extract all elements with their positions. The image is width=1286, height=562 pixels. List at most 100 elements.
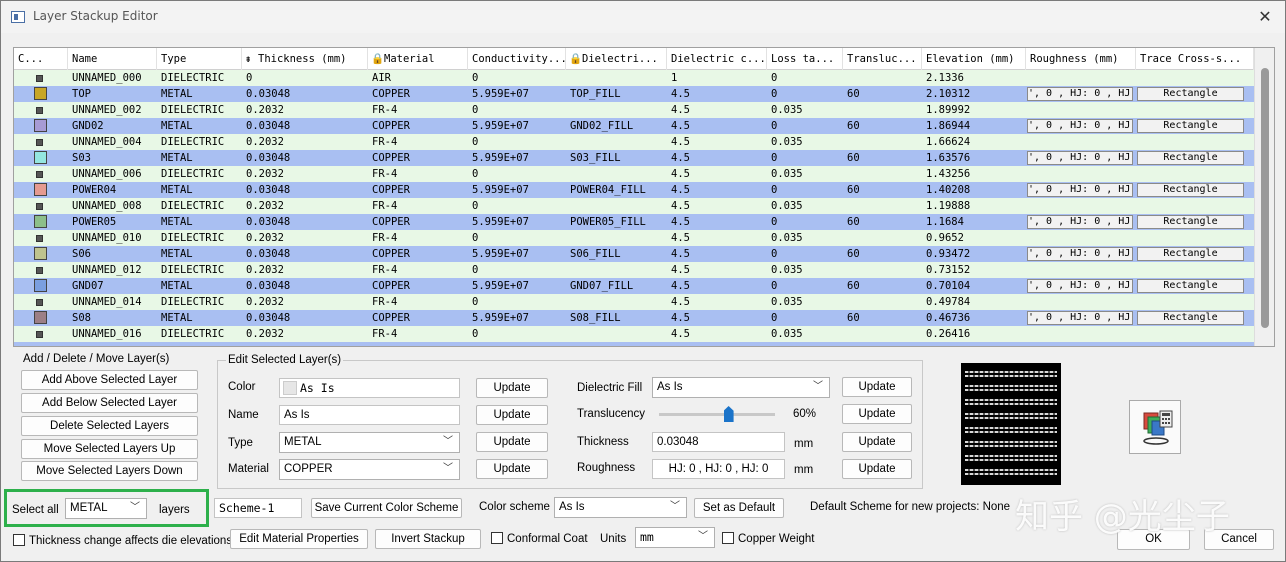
header-dielectric-constant[interactable]: Dielectric c...: [667, 48, 767, 70]
cell-type[interactable]: DIELECTRIC: [157, 230, 242, 246]
cell-thickness[interactable]: 0.2032: [242, 102, 368, 118]
cell-dielectric[interactable]: [566, 198, 667, 214]
cell-dielectric[interactable]: [566, 70, 667, 86]
table-row[interactable]: UNNAMED_010 DIELECTRIC 0.2032 FR-4 0 4.5 0.035…: [14, 230, 1254, 246]
cell-elevation[interactable]: 0.93472: [922, 246, 1026, 262]
trace-cross-section-button[interactable]: Rectangle: [1137, 87, 1244, 101]
cell-type[interactable]: METAL: [157, 214, 242, 230]
table-row[interactable]: GND07 METAL 0.03048 COPPER 5.959E+07 GND07_FI…: [14, 278, 1254, 294]
layer-color-swatch[interactable]: [34, 215, 47, 228]
cell-material[interactable]: COPPER: [368, 278, 468, 294]
type-update-button[interactable]: Update: [476, 432, 548, 452]
cell-name[interactable]: UNNAMED_000: [68, 70, 157, 86]
header-loss-tangent[interactable]: Loss ta...: [767, 48, 843, 70]
cell-material[interactable]: COPPER: [368, 214, 468, 230]
cell-name[interactable]: GND02: [68, 118, 157, 134]
cell-name[interactable]: TOP: [68, 86, 157, 102]
table-row[interactable]: UNNAMED_004 DIELECTRIC 0.2032 FR-4 0 4.5 0.035…: [14, 134, 1254, 150]
impedance-calculator-button[interactable]: [1129, 400, 1181, 454]
cell-transluc[interactable]: [843, 326, 922, 342]
trace-cross-section-button[interactable]: Rectangle: [1137, 151, 1244, 165]
layer-color-swatch[interactable]: [34, 87, 47, 100]
cell-thickness[interactable]: 0.03048: [242, 278, 368, 294]
table-row[interactable]: TOP METAL 0.03048 COPPER 5.959E+07 TOP_FILL 4.…: [14, 86, 1254, 102]
table-row[interactable]: S08 METAL 0.03048 COPPER 5.959E+07 S08_FILL 4.…: [14, 310, 1254, 326]
cell-thickness[interactable]: 0.2032: [242, 326, 368, 342]
cell-material[interactable]: AIR: [368, 70, 468, 86]
cell-name[interactable]: UNNAMED_008: [68, 198, 157, 214]
cell-transluc[interactable]: 60: [843, 182, 922, 198]
scrollbar-thumb[interactable]: [1261, 68, 1269, 328]
cell-loss[interactable]: 0.035: [767, 102, 843, 118]
color-update-button[interactable]: Update: [476, 378, 548, 398]
cell-material[interactable]: COPPER: [368, 150, 468, 166]
cell-loss[interactable]: 0.035: [767, 230, 843, 246]
cell-name[interactable]: UNNAMED_002: [68, 102, 157, 118]
cell-conductivity[interactable]: 5.959E+07: [468, 278, 566, 294]
cell-transluc[interactable]: [843, 70, 922, 86]
cell-loss[interactable]: 0.035: [767, 166, 843, 182]
thickness-change-checkbox[interactable]: [13, 534, 25, 546]
layer-color-swatch[interactable]: [36, 299, 43, 306]
layer-color-swatch[interactable]: [34, 119, 47, 132]
layer-color-swatch[interactable]: [36, 107, 43, 114]
cell-elevation[interactable]: 1.19888: [922, 198, 1026, 214]
cell-thickness[interactable]: 0.2032: [242, 198, 368, 214]
cell-name[interactable]: UNNAMED_010: [68, 230, 157, 246]
roughness-cell-button[interactable]: ', 0 , HJ: 0 , HJ:: [1027, 151, 1133, 165]
cell-name[interactable]: POWER04: [68, 182, 157, 198]
cell-conductivity[interactable]: 5.959E+07: [468, 118, 566, 134]
cell-thickness[interactable]: 0.03048: [242, 246, 368, 262]
cell-name[interactable]: UNNAMED_012: [68, 262, 157, 278]
layer-color-swatch[interactable]: [36, 235, 43, 242]
cell-type[interactable]: DIELECTRIC: [157, 294, 242, 310]
table-row[interactable]: POWER04 METAL 0.03048 COPPER 5.959E+07 POWER0…: [14, 182, 1254, 198]
cell-elevation[interactable]: 1.89992: [922, 102, 1026, 118]
layer-color-swatch[interactable]: [36, 203, 43, 210]
cell-elevation[interactable]: 1.43256: [922, 166, 1026, 182]
cell-material[interactable]: COPPER: [368, 182, 468, 198]
cell-elevation[interactable]: 2.1336: [922, 70, 1026, 86]
cell-dk[interactable]: 4.5: [667, 246, 767, 262]
cell-elevation[interactable]: 1.1684: [922, 214, 1026, 230]
trace-cross-section-button[interactable]: Rectangle: [1137, 119, 1244, 133]
cell-elevation[interactable]: 0.9652: [922, 230, 1026, 246]
cell-transluc[interactable]: 60: [843, 150, 922, 166]
cell-conductivity[interactable]: 5.959E+07: [468, 310, 566, 326]
cell-name[interactable]: S08: [68, 310, 157, 326]
cell-elevation[interactable]: 1.66624: [922, 134, 1026, 150]
scheme-name-field[interactable]: Scheme-1: [214, 498, 302, 518]
select-all-type-select[interactable]: METAL ﹀: [65, 498, 147, 519]
cell-elevation[interactable]: 2.10312: [922, 86, 1026, 102]
cell-dielectric[interactable]: S06_FILL: [566, 246, 667, 262]
table-row[interactable]: UNNAMED_008 DIELECTRIC 0.2032 FR-4 0 4.5 0.035…: [14, 198, 1254, 214]
cell-conductivity[interactable]: 0: [468, 198, 566, 214]
cell-elevation[interactable]: 0.49784: [922, 294, 1026, 310]
header-dielectric-fill[interactable]: 🔒 Dielectri...: [566, 48, 667, 70]
cell-loss[interactable]: 0: [767, 310, 843, 326]
cell-loss[interactable]: 0: [767, 278, 843, 294]
cell-loss[interactable]: 0: [767, 214, 843, 230]
table-row[interactable]: S06 METAL 0.03048 COPPER 5.959E+07 S06_FILL 4.…: [14, 246, 1254, 262]
cell-transluc[interactable]: 60: [843, 278, 922, 294]
cell-dielectric[interactable]: POWER04_FILL: [566, 182, 667, 198]
header-conductivity[interactable]: Conductivity...: [468, 48, 566, 70]
cell-dk[interactable]: 4.5: [667, 118, 767, 134]
cell-elevation[interactable]: 0.70104: [922, 278, 1026, 294]
cell-elevation[interactable]: 0.46736: [922, 310, 1026, 326]
cell-dielectric[interactable]: [566, 102, 667, 118]
cell-thickness[interactable]: 0.2032: [242, 230, 368, 246]
move-down-button[interactable]: Move Selected Layers Down: [21, 461, 198, 481]
cell-thickness[interactable]: 0.2032: [242, 134, 368, 150]
cell-loss[interactable]: 0.035: [767, 326, 843, 342]
cell-elevation[interactable]: 0.26416: [922, 326, 1026, 342]
cell-name[interactable]: S06: [68, 246, 157, 262]
invert-stackup-button[interactable]: Invert Stackup: [375, 529, 481, 549]
roughness-cell-button[interactable]: ', 0 , HJ: 0 , HJ:: [1027, 279, 1133, 293]
cell-thickness[interactable]: 0.2032: [242, 262, 368, 278]
copper-weight-checkbox[interactable]: [722, 532, 734, 544]
cell-dk[interactable]: 4.5: [667, 262, 767, 278]
table-row[interactable]: UNNAMED_016 DIELECTRIC 0.2032 FR-4 0 4.5 0.035…: [14, 326, 1254, 342]
cell-transluc[interactable]: [843, 102, 922, 118]
roughness-cell-button[interactable]: ', 0 , HJ: 0 , HJ:: [1027, 183, 1133, 197]
